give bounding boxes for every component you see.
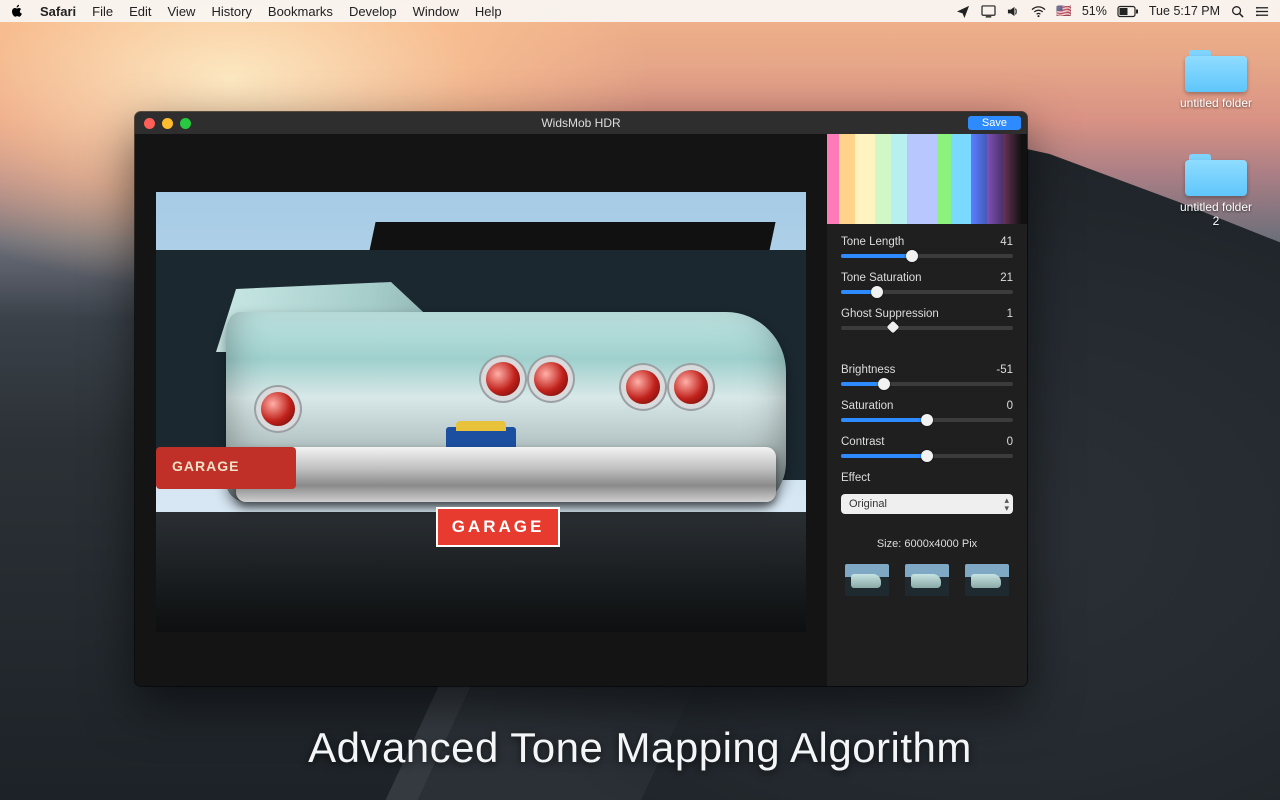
slider-controls: Tone Length 41 Tone Saturation 21: [827, 224, 1027, 522]
slider-label: Brightness: [841, 364, 895, 376]
location-icon[interactable]: [956, 5, 971, 18]
volume-icon[interactable]: [1006, 5, 1021, 18]
folder-icon: [1185, 44, 1247, 92]
slider-label: Tone Length: [841, 236, 904, 248]
slider-value: -51: [996, 364, 1013, 376]
wifi-icon[interactable]: [1031, 5, 1046, 18]
desktop-folder[interactable]: untitled folder 2: [1176, 148, 1256, 228]
slider-ghost-suppression: Ghost Suppression 1: [841, 308, 1013, 330]
chevron-updown-icon: ▴▾: [1004, 496, 1009, 512]
window-title: WidsMob HDR: [135, 116, 1027, 130]
battery-percent: 51%: [1082, 4, 1107, 18]
window-close-button[interactable]: [144, 118, 155, 129]
desktop-folder-label: untitled folder: [1176, 96, 1256, 110]
effect-label: Effect: [841, 472, 1013, 484]
slider-track[interactable]: [841, 454, 1013, 458]
slider-track[interactable]: [841, 418, 1013, 422]
marketing-caption: Advanced Tone Mapping Algorithm: [0, 724, 1280, 772]
desktop: Safari File Edit View History Bookmarks …: [0, 0, 1280, 800]
window-minimize-button[interactable]: [162, 118, 173, 129]
thumbnail[interactable]: [845, 564, 889, 596]
image-size-label: Size: 6000x4000 Pix: [827, 538, 1027, 550]
slider-label: Ghost Suppression: [841, 308, 939, 320]
screencast-icon[interactable]: [981, 5, 996, 18]
input-source-flag[interactable]: 🇺🇸: [1056, 4, 1072, 19]
macos-menubar: Safari File Edit View History Bookmarks …: [0, 0, 1280, 22]
slider-track[interactable]: [841, 382, 1013, 386]
menubar-item-file[interactable]: File: [92, 4, 113, 19]
slider-track[interactable]: [841, 254, 1013, 258]
menubar-item-edit[interactable]: Edit: [129, 4, 151, 19]
menubar-item-develop[interactable]: Develop: [349, 4, 397, 19]
spotlight-icon[interactable]: [1230, 5, 1245, 18]
slider-label: Saturation: [841, 400, 893, 412]
slider-value: 1: [1007, 308, 1013, 320]
window-zoom-button[interactable]: [180, 118, 191, 129]
image-preview-pane: GARAGE: [135, 134, 827, 686]
menubar-item-help[interactable]: Help: [475, 4, 502, 19]
slider-brightness: Brightness -51: [841, 364, 1013, 386]
adjustments-panel: Tone Length 41 Tone Saturation 21: [827, 134, 1027, 686]
battery-icon[interactable]: [1117, 5, 1139, 18]
slider-tone-length: Tone Length 41: [841, 236, 1013, 258]
folder-icon: [1185, 148, 1247, 196]
effect-select[interactable]: Original ▴▾: [841, 494, 1013, 514]
slider-value: 21: [1000, 272, 1013, 284]
slider-track[interactable]: [841, 326, 1013, 330]
effect-control: Effect Original ▴▾: [841, 472, 1013, 514]
menubar-item-bookmarks[interactable]: Bookmarks: [268, 4, 333, 19]
window-titlebar[interactable]: WidsMob HDR Save: [135, 112, 1027, 134]
menubar-app-name[interactable]: Safari: [40, 4, 76, 19]
effect-selected-value: Original: [849, 498, 887, 510]
exposure-thumbnails: [827, 560, 1027, 610]
slider-contrast: Contrast 0: [841, 436, 1013, 458]
menubar-item-window[interactable]: Window: [413, 4, 459, 19]
slider-value: 41: [1000, 236, 1013, 248]
slider-value: 0: [1007, 400, 1013, 412]
preview-image[interactable]: GARAGE: [156, 192, 806, 632]
slider-value: 0: [1007, 436, 1013, 448]
slider-label: Tone Saturation: [841, 272, 922, 284]
menubar-item-view[interactable]: View: [168, 4, 196, 19]
histogram: [827, 134, 1027, 224]
desktop-folder[interactable]: untitled folder: [1176, 44, 1256, 110]
slider-label: Contrast: [841, 436, 884, 448]
menubar-item-history[interactable]: History: [211, 4, 251, 19]
app-window: WidsMob HDR Save GARAGE: [135, 112, 1027, 686]
slider-track[interactable]: [841, 290, 1013, 294]
slider-saturation: Saturation 0: [841, 400, 1013, 422]
notification-center-icon[interactable]: [1255, 5, 1270, 18]
desktop-folder-label: untitled folder 2: [1176, 200, 1256, 228]
menubar-clock[interactable]: Tue 5:17 PM: [1149, 4, 1220, 18]
apple-logo-icon[interactable]: [10, 4, 24, 18]
thumbnail[interactable]: [965, 564, 1009, 596]
slider-tone-saturation: Tone Saturation 21: [841, 272, 1013, 294]
thumbnail[interactable]: [905, 564, 949, 596]
save-button[interactable]: Save: [968, 116, 1021, 130]
